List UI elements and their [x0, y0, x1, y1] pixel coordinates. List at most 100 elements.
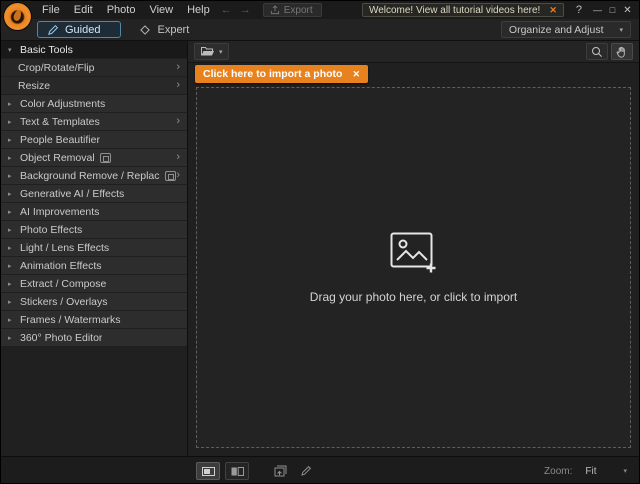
canvas-toolbar: ▾ [188, 41, 639, 63]
chevron-down-icon: ▾ [619, 26, 623, 34]
chevron-right-icon: ▸ [8, 208, 20, 216]
chevron-right-icon: ▸ [8, 280, 20, 288]
maximize-button[interactable]: □ [605, 5, 620, 15]
menu-view[interactable]: View [142, 4, 180, 16]
section-label: Light / Lens Effects [20, 242, 109, 254]
section-label: Frames / Watermarks [20, 314, 121, 326]
sidebar-section-people-beautifier[interactable]: ▸ People Beautifier [1, 131, 187, 149]
ai-badge-icon [100, 153, 111, 163]
app-logo-icon[interactable] [4, 3, 31, 30]
sidebar-section-background-remove-replace[interactable]: ▸ Background Remove / Replace › [1, 167, 187, 185]
hand-icon [616, 46, 628, 58]
expert-mode-button[interactable]: Expert [131, 21, 197, 38]
chevron-right-icon: › [176, 170, 180, 181]
section-label: Generative AI / Effects [20, 188, 124, 200]
zoom-tool-button[interactable] [586, 43, 608, 60]
dual-view-icon [231, 467, 244, 476]
sidebar-section-stickers-overlays[interactable]: ▸ Stickers / Overlays [1, 293, 187, 311]
export-icon [270, 5, 280, 15]
main-area: ▾ Click here [188, 41, 639, 456]
organize-adjust-dropdown[interactable]: Organize and Adjust ▾ [501, 21, 631, 38]
dual-view-button[interactable] [225, 462, 249, 480]
tutorial-notification: Welcome! View all tutorial videos here! … [362, 3, 564, 17]
chevron-right-icon: ▸ [8, 334, 20, 342]
sidebar-section-animation-effects[interactable]: ▸ Animation Effects [1, 257, 187, 275]
sidebar-section-ai-improvements[interactable]: ▸ AI Improvements [1, 203, 187, 221]
magnifier-icon [591, 46, 603, 58]
section-label: Animation Effects [20, 260, 102, 272]
photo-dropzone[interactable]: Drag your photo here, or click to import [196, 87, 631, 448]
chevron-right-icon: ▸ [8, 136, 20, 144]
chevron-right-icon: › [176, 80, 180, 91]
chevron-down-icon: ▾ [8, 46, 20, 54]
zoom-value[interactable]: Fit [585, 466, 596, 477]
import-folder-button[interactable]: ▾ [194, 43, 229, 60]
chevron-right-icon: ▸ [8, 298, 20, 306]
minimize-button[interactable]: — [590, 5, 605, 15]
guided-label: Guided [65, 24, 100, 36]
callout-close-icon[interactable]: ✕ [352, 69, 360, 80]
chevron-right-icon: ▸ [8, 244, 20, 252]
section-label: Color Adjustments [20, 98, 105, 110]
menu-file[interactable]: File [35, 4, 67, 16]
item-label: Crop/Rotate/Flip [18, 62, 94, 74]
guided-mode-button[interactable]: Guided [37, 21, 121, 38]
sidebar-section-generative-ai-effects[interactable]: ▸ Generative AI / Effects [1, 185, 187, 203]
chevron-down-icon[interactable]: ▾ [623, 467, 627, 475]
chevron-right-icon: ▸ [8, 118, 20, 126]
single-view-button[interactable] [196, 462, 220, 480]
diamond-icon [139, 24, 151, 36]
sidebar-section-text-templates[interactable]: ▸ Text & Templates › [1, 113, 187, 131]
chevron-right-icon: ▸ [8, 154, 20, 162]
chevron-down-icon: ▾ [219, 48, 223, 56]
chevron-right-icon: ▸ [8, 226, 20, 234]
import-photos-button[interactable] [271, 462, 291, 480]
sidebar-section-360-photo-editor[interactable]: ▸ 360° Photo Editor [1, 329, 187, 347]
notification-close-icon[interactable]: ✕ [549, 5, 557, 16]
window-controls: — □ ✕ [590, 5, 635, 16]
pen-icon [300, 465, 312, 477]
app-window: File Edit Photo View Help ← → Export Wel… [0, 0, 640, 484]
sidebar-item-crop-rotate-flip[interactable]: Crop/Rotate/Flip › [1, 59, 187, 77]
close-button[interactable]: ✕ [620, 5, 635, 16]
sidebar-section-light-lens-effects[interactable]: ▸ Light / Lens Effects [1, 239, 187, 257]
section-label: Stickers / Overlays [20, 296, 108, 308]
chevron-right-icon: ▸ [8, 316, 20, 324]
sidebar-section-photo-effects[interactable]: ▸ Photo Effects [1, 221, 187, 239]
section-label: Extract / Compose [20, 278, 106, 290]
menu-photo[interactable]: Photo [100, 4, 143, 16]
section-label: Photo Effects [20, 224, 82, 236]
notification-text: Welcome! View all tutorial videos here! [369, 5, 540, 16]
menu-help[interactable]: Help [180, 4, 217, 16]
sidebar-section-extract-compose[interactable]: ▸ Extract / Compose [1, 275, 187, 293]
single-view-icon [202, 467, 215, 476]
forward-button[interactable]: → [236, 4, 255, 16]
back-button[interactable]: ← [217, 4, 236, 16]
import-photo-callout[interactable]: Click here to import a photo ✕ [195, 65, 368, 83]
callout-text: Click here to import a photo [203, 68, 342, 80]
photo-stack-arrow-icon [274, 465, 288, 477]
pan-tool-button[interactable] [611, 43, 633, 60]
item-label: Resize [18, 80, 50, 92]
sidebar-item-resize[interactable]: Resize › [1, 77, 187, 95]
dropzone-text: Drag your photo here, or click to import [310, 290, 517, 304]
export-button[interactable]: Export [263, 3, 322, 17]
expert-label: Expert [157, 24, 189, 36]
help-button[interactable]: ? [573, 4, 585, 16]
mode-bar: Guided Expert Organize and Adjust ▾ [1, 19, 639, 41]
canvas-area: Click here to import a photo ✕ Drag your… [188, 63, 639, 456]
section-label: People Beautifier [20, 134, 100, 146]
sidebar-section-object-removal[interactable]: ▸ Object Removal › [1, 149, 187, 167]
organize-label: Organize and Adjust [509, 24, 604, 36]
section-label: Object Removal [20, 152, 95, 164]
sidebar-section-frames-watermarks[interactable]: ▸ Frames / Watermarks [1, 311, 187, 329]
sidebar-section-color-adjustments[interactable]: ▸ Color Adjustments [1, 95, 187, 113]
chevron-right-icon: ▸ [8, 100, 20, 108]
content-area: ▾ Basic Tools Crop/Rotate/Flip › Resize … [1, 41, 639, 456]
chevron-right-icon: ▸ [8, 172, 20, 180]
sidebar-section-basic-tools[interactable]: ▾ Basic Tools [1, 41, 187, 59]
edit-tool-button[interactable] [296, 462, 316, 480]
section-label: Basic Tools [20, 44, 73, 56]
menu-edit[interactable]: Edit [67, 4, 100, 16]
section-label: AI Improvements [20, 206, 99, 218]
